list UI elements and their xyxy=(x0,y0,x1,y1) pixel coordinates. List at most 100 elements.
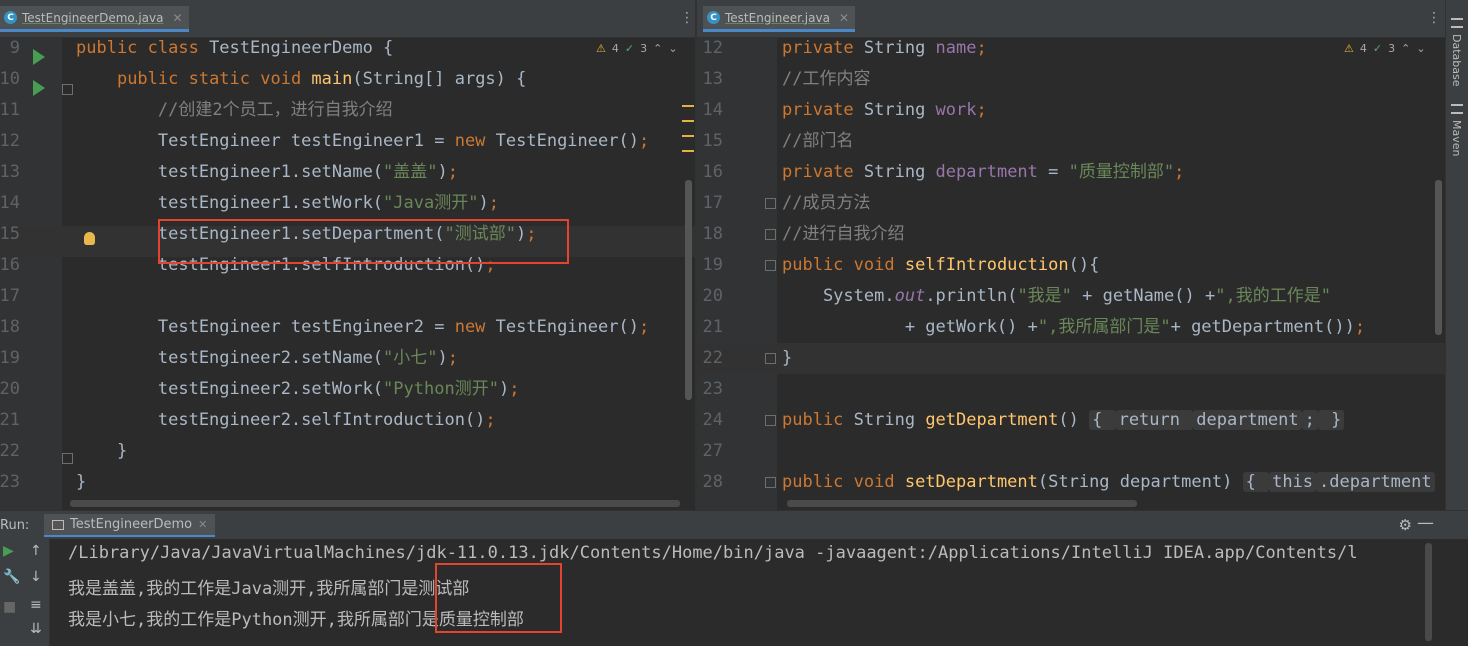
code-text: TestEngineer testEngineer2 = new TestEng… xyxy=(76,312,649,343)
code-line[interactable]: 14 testEngineer1.setWork("Java测开"); xyxy=(0,188,695,219)
code-line[interactable]: 13 //工作内容 xyxy=(697,64,1445,95)
code-text: TestEngineer testEngineer1 = new TestEng… xyxy=(76,126,649,157)
code-token: ) xyxy=(437,348,448,368)
code-token: new xyxy=(454,131,496,151)
chevron-up-icon[interactable]: ⌃ xyxy=(1401,42,1410,55)
run-main-icon[interactable] xyxy=(33,80,45,96)
line-number: 21 xyxy=(0,410,20,430)
code-line[interactable]: 18 TestEngineer testEngineer2 = new Test… xyxy=(0,312,695,343)
vertical-scrollbar[interactable] xyxy=(1435,180,1442,335)
close-icon[interactable]: ✕ xyxy=(172,11,182,25)
fold-icon[interactable] xyxy=(765,229,776,240)
more-icon[interactable]: ⋮ xyxy=(1427,10,1441,26)
code-line[interactable]: 11 //创建2个员工，进行自我介绍 xyxy=(0,95,695,126)
right-tab-bar: C TestEngineer.java ✕ ⋮ xyxy=(697,0,1445,38)
code-token: //成员方法 xyxy=(782,193,871,213)
code-line[interactable]: 9 public class TestEngineerDemo { xyxy=(0,38,695,64)
fold-icon[interactable] xyxy=(765,260,776,271)
left-editor[interactable]: 9 public class TestEngineerDemo {10 publi… xyxy=(0,38,695,510)
close-icon[interactable]: ✕ xyxy=(839,11,849,25)
close-icon[interactable]: ✕ xyxy=(198,518,207,531)
tab-test-engineer-demo[interactable]: C TestEngineerDemo.java ✕ xyxy=(0,6,189,32)
run-class-icon[interactable] xyxy=(33,49,45,65)
code-text: //成员方法 xyxy=(782,188,870,219)
scroll-down-icon[interactable]: ↓ xyxy=(30,569,42,585)
code-text: private String name; xyxy=(782,38,987,64)
inspection-widget[interactable]: ⚠ 4 ✓ 3 ⌃ ⌄ xyxy=(1344,42,1426,55)
database-tool-button[interactable]: Database xyxy=(1450,34,1463,87)
code-line[interactable]: 12 private String name; xyxy=(697,38,1445,64)
code-line[interactable]: 28 public void setDepartment(String depar… xyxy=(697,467,1445,498)
code-text: public class TestEngineerDemo { xyxy=(76,38,393,64)
line-number: 19 xyxy=(702,255,723,275)
inspection-widget[interactable]: ⚠ 4 ✓ 3 ⌃ ⌄ xyxy=(596,42,678,55)
run-tab-test-engineer-demo[interactable]: TestEngineerDemo ✕ xyxy=(44,514,216,537)
wrench-icon[interactable]: 🔧 xyxy=(3,569,20,585)
horizontal-scrollbar[interactable] xyxy=(787,500,1137,507)
scroll-up-icon[interactable]: ↑ xyxy=(30,543,42,559)
horizontal-scrollbar[interactable] xyxy=(70,500,680,507)
run-console[interactable]: ▶ ↑ 🔧 ↓ ■ ≡ ⇊ /Library/Java/JavaVirtualM… xyxy=(0,539,1468,646)
code-line[interactable]: 15 //部门名 xyxy=(697,126,1445,157)
code-line[interactable]: 24 public String getDepartment() { return… xyxy=(697,405,1445,436)
fold-icon[interactable] xyxy=(765,415,776,426)
fold-icon[interactable] xyxy=(62,453,73,464)
code-line[interactable]: 20 System.out.println("我是" + getName() +… xyxy=(697,281,1445,312)
more-icon[interactable]: ⋮ xyxy=(680,10,694,26)
console-scrollbar[interactable] xyxy=(1425,543,1432,641)
code-token: ) xyxy=(437,162,448,182)
rerun-icon[interactable]: ▶ xyxy=(3,543,14,559)
code-line[interactable]: 21 + getWork() +",我所属部门是"+ getDepartment… xyxy=(697,312,1445,343)
chevron-down-icon[interactable]: ⌄ xyxy=(668,42,677,55)
right-editor[interactable]: 12 private String name; 13 //工作内容 14 private … xyxy=(697,38,1445,510)
code-token: TestEngineerDemo { xyxy=(209,38,394,58)
code-line[interactable]: 13 testEngineer1.setName("盖盖"); xyxy=(0,157,695,188)
fold-icon[interactable] xyxy=(765,477,776,488)
chevron-up-icon[interactable]: ⌃ xyxy=(653,42,662,55)
code-token: "Python测开" xyxy=(383,379,499,399)
code-line[interactable]: 10 public static void main(String[] args… xyxy=(0,64,695,95)
code-line[interactable]: 17 //成员方法 xyxy=(697,188,1445,219)
maven-tool-button[interactable]: Maven xyxy=(1450,120,1463,156)
code-line[interactable]: 16 private String department = "质量控制部"; xyxy=(697,157,1445,188)
fold-icon[interactable] xyxy=(62,84,73,95)
code-line[interactable]: 17 xyxy=(0,281,695,312)
code-token: public void xyxy=(782,472,905,492)
vertical-scrollbar[interactable] xyxy=(685,180,692,400)
lightbulb-icon[interactable] xyxy=(84,232,95,245)
stop-icon[interactable]: ■ xyxy=(3,599,16,615)
code-token: + getName() + xyxy=(1071,286,1216,306)
code-line[interactable]: 19 testEngineer2.setName("小七"); xyxy=(0,343,695,374)
line-number: 27 xyxy=(702,441,723,461)
fold-icon[interactable] xyxy=(765,198,776,209)
code-line[interactable]: 27 xyxy=(697,436,1445,467)
code-line[interactable]: 22 } xyxy=(0,436,695,467)
gear-icon[interactable]: ⚙ xyxy=(1399,516,1412,534)
tab-test-engineer[interactable]: C TestEngineer.java ✕ xyxy=(703,6,855,32)
code-line[interactable]: 18 //进行自我介绍 xyxy=(697,219,1445,250)
chevron-down-icon[interactable]: ⌄ xyxy=(1416,42,1425,55)
code-token: "我是" xyxy=(1017,286,1072,306)
code-line[interactable]: 23 xyxy=(697,374,1445,405)
code-line[interactable]: 19 public void selfIntroduction(){ xyxy=(697,250,1445,281)
code-line[interactable]: 21 testEngineer2.selfIntroduction(); xyxy=(0,405,695,436)
code-token: return xyxy=(1115,410,1194,430)
code-line[interactable]: 20 testEngineer2.setWork("Python测开"); xyxy=(0,374,695,405)
line-number: 22 xyxy=(0,441,20,461)
scroll-to-end-icon[interactable]: ⇊ xyxy=(30,621,42,637)
soft-wrap-icon[interactable]: ≡ xyxy=(30,597,42,613)
code-token: String xyxy=(863,38,936,58)
code-token: + getDepartment()) xyxy=(1170,317,1355,337)
code-line[interactable]: 23} xyxy=(0,467,695,498)
code-token: private xyxy=(782,100,864,120)
code-line[interactable]: 14 private String work; xyxy=(697,95,1445,126)
code-token: work xyxy=(935,100,977,120)
console-line: 我是盖盖,我的工作是Java测开,我所属部门是测试部 xyxy=(68,579,470,599)
maven-icon[interactable] xyxy=(1451,104,1463,114)
code-line[interactable]: 12 TestEngineer testEngineer1 = new Test… xyxy=(0,126,695,157)
fold-icon[interactable] xyxy=(765,353,776,364)
code-token: { xyxy=(1242,472,1270,492)
database-icon[interactable] xyxy=(1451,18,1463,28)
code-line[interactable]: 22} xyxy=(697,343,1445,374)
minimize-icon[interactable]: — xyxy=(1417,513,1434,533)
